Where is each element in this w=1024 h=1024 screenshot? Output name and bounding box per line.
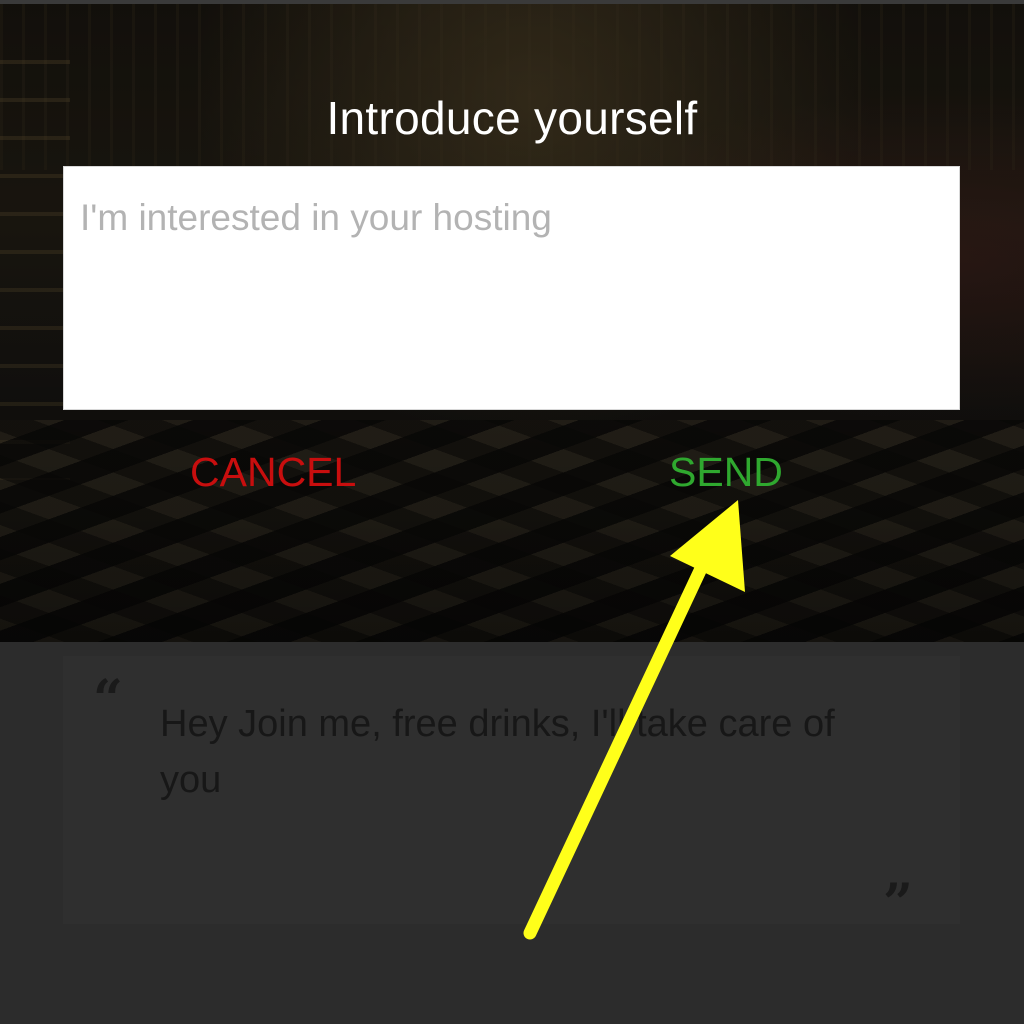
open-quote-icon: “	[93, 669, 123, 730]
send-button[interactable]: SEND	[669, 444, 783, 500]
screen: Introduce yourself I'm interested in you…	[0, 0, 1024, 1024]
quote-text: Hey Join me, free drinks, I'll take care…	[160, 703, 835, 801]
cancel-button[interactable]: CANCEL	[190, 444, 356, 500]
close-quote-icon: ”	[883, 873, 913, 934]
dialog-title: Introduce yourself	[326, 92, 698, 144]
message-input[interactable]: I'm interested in your hosting	[63, 166, 960, 410]
top-divider	[0, 0, 1024, 4]
quote-card: “ Hey Join me, free drinks, I'll take ca…	[63, 656, 960, 934]
